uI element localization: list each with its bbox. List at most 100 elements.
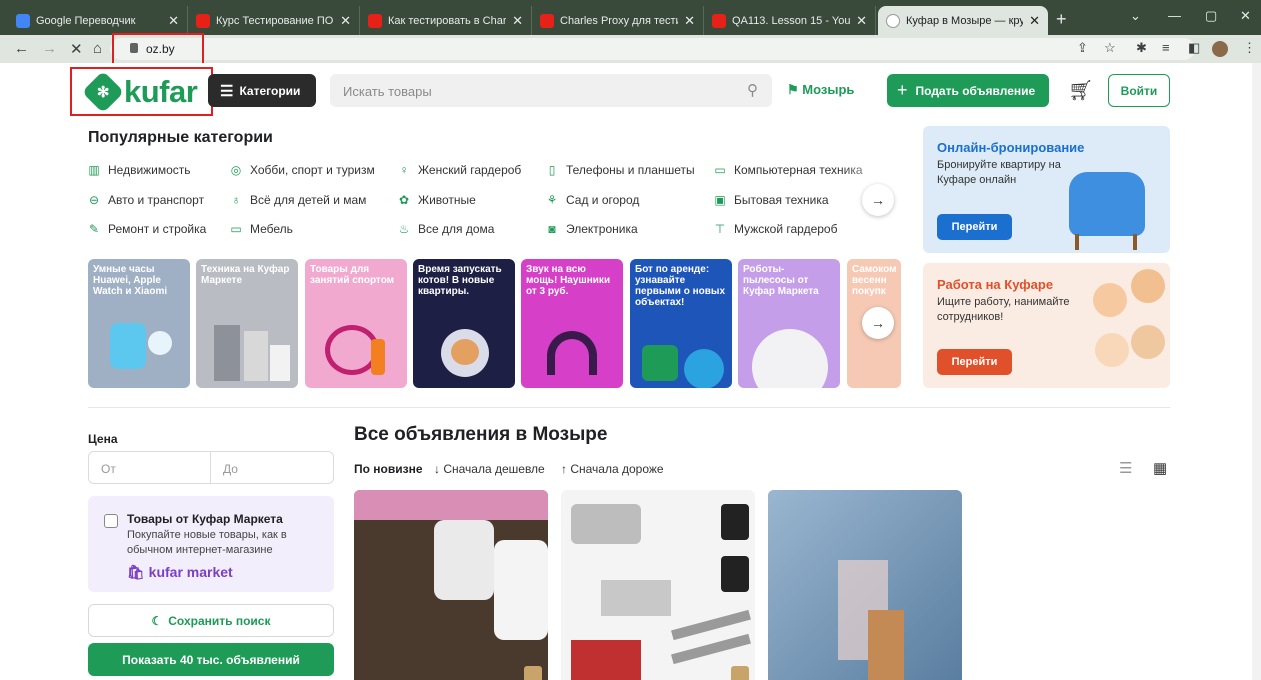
market-checkbox[interactable] — [104, 514, 118, 528]
category-link[interactable]: ♀ Женский гардероб — [398, 163, 522, 177]
listing-card[interactable] — [561, 490, 755, 680]
category-link[interactable]: ⊖ Авто и транспорт — [88, 193, 204, 207]
extensions-icon[interactable]: ✱ — [1136, 40, 1147, 56]
close-tab-icon[interactable]: ✕ — [684, 13, 695, 29]
plus-icon: + — [897, 80, 908, 100]
category-link[interactable]: ⊤ Мужской гардероб — [714, 222, 838, 236]
promo-card-market-tech[interactable]: Техника на Куфар Маркете — [196, 259, 298, 388]
tab-youtube-1[interactable]: Курс Тестирование ПО. За ✕ — [188, 6, 360, 35]
cart-icon[interactable]: 🛒︎ — [1068, 78, 1093, 103]
close-tab-icon[interactable]: ✕ — [512, 13, 523, 29]
listings-title: Все объявления в Мозыре — [354, 424, 608, 445]
popular-categories-title: Популярные категории — [88, 129, 273, 146]
category-link[interactable]: ♁ Всё для детей и мам — [230, 193, 367, 207]
close-tab-icon[interactable]: ✕ — [168, 13, 179, 29]
login-button[interactable]: Войти — [1108, 74, 1170, 107]
profile-avatar[interactable] — [1212, 41, 1228, 57]
tab-youtube-2[interactable]: Как тестировать в Charles ✕ — [360, 6, 532, 35]
home-goods-icon: ♨ — [398, 222, 410, 236]
reading-list-icon[interactable]: ≡ — [1162, 40, 1170, 55]
price-label: Цена — [88, 432, 118, 446]
price-from-input[interactable]: От — [88, 451, 211, 484]
stroller-icon: ♁ — [231, 193, 241, 207]
category-link[interactable]: ▥ Недвижимость — [88, 163, 190, 177]
ball-icon: ◎ — [230, 163, 242, 177]
dress-icon: ♀ — [399, 163, 409, 177]
garden-icon: ⚘ — [546, 193, 558, 207]
sort-expensive[interactable]: ↑ Сначала дороже — [561, 462, 664, 476]
city-selector[interactable]: ⚑ Мозырь — [787, 82, 854, 98]
car-icon: ⊖ — [88, 193, 100, 207]
category-link[interactable]: ✿ Животные — [398, 193, 476, 207]
save-search-button[interactable]: ☾ Сохранить поиск — [88, 604, 334, 637]
category-link[interactable]: ◎ Хобби, спорт и туризм — [230, 163, 375, 177]
side-panel-icon[interactable]: ◧ — [1188, 40, 1200, 56]
category-link[interactable]: ◙ Электроника — [546, 222, 637, 236]
category-link[interactable]: ♨ Все для дома — [398, 222, 495, 236]
grid-view-icon[interactable]: ▦ — [1153, 459, 1167, 477]
booking-go-button[interactable]: Перейти — [937, 214, 1012, 240]
jobs-go-button[interactable]: Перейти — [937, 349, 1012, 375]
listing-card[interactable] — [768, 490, 962, 680]
crown-icon — [731, 666, 749, 680]
tab-google-translate[interactable]: Google Переводчик ✕ — [8, 6, 188, 35]
promos-next-arrow-icon[interactable]: → — [862, 307, 894, 339]
close-tab-icon[interactable]: ✕ — [856, 13, 867, 29]
search-input[interactable]: Искать товары ⚲ — [330, 74, 772, 107]
show-results-button[interactable]: Показать 40 тыс. объявлений — [88, 643, 334, 676]
promo-card-sport[interactable]: Товары для занятий спортом — [305, 259, 407, 388]
paw-icon: ✿ — [398, 193, 410, 207]
new-tab-button[interactable]: + — [1056, 9, 1067, 30]
promo-card-watches[interactable]: Умные часы Huawei, Apple Watch и Xiaomi — [88, 259, 190, 388]
bookmark-star-icon[interactable]: ☆ — [1104, 40, 1116, 56]
tab-youtube-4[interactable]: QA113. Lesson 15 - YouTub ✕ — [704, 6, 876, 35]
jobs-banner[interactable]: Работа на Куфаре Ищите работу, нанимайте… — [923, 263, 1170, 388]
close-tab-icon[interactable]: ✕ — [340, 13, 351, 29]
search-icon[interactable]: ⚲ — [747, 81, 758, 99]
tab-search-icon[interactable]: ⌄ — [1130, 8, 1141, 24]
tab-youtube-3[interactable]: Charles Proxy для тестиров ✕ — [532, 6, 704, 35]
bag-icon: 🛍︎ — [127, 564, 145, 580]
stop-icon[interactable]: ✕ — [70, 40, 83, 58]
browser-tab-bar: Google Переводчик ✕ Курс Тестирование ПО… — [0, 0, 1261, 35]
promo-card-cats[interactable]: Время запускать котов! В новые квартиры. — [413, 259, 515, 388]
categories-button[interactable]: ☰ Категории — [208, 74, 316, 107]
post-ad-button[interactable]: + Подать объявление — [887, 74, 1049, 107]
annotation-box-url — [112, 33, 204, 66]
back-icon[interactable]: ← — [14, 40, 29, 57]
promo-card-rent-bot[interactable]: Бот по аренде: узнавайте первыми о новых… — [630, 259, 732, 388]
save-search-icon: ☾ — [151, 613, 163, 628]
close-window-icon[interactable]: ✕ — [1240, 8, 1251, 24]
listing-photo — [571, 504, 641, 544]
category-link[interactable]: ⚘ Сад и огород — [546, 193, 640, 207]
tab-kufar-active[interactable]: Куфар в Мозыре — крупн ✕ — [878, 6, 1048, 35]
close-tab-icon[interactable]: ✕ — [1029, 13, 1040, 29]
hamburger-icon: ☰ — [220, 82, 234, 100]
share-icon[interactable]: ⇪ — [1077, 40, 1088, 56]
forward-icon[interactable]: → — [42, 40, 57, 57]
youtube-icon — [540, 13, 554, 28]
categories-next-arrow-icon[interactable]: → — [862, 184, 894, 216]
address-bar[interactable]: oz.by — [110, 38, 1195, 60]
sort-cheapest[interactable]: ↓ Сначала дешевле — [434, 462, 545, 476]
promo-card-headphones[interactable]: Звук на всю мощь! Наушники от 3 руб. — [521, 259, 623, 388]
price-to-input[interactable]: До — [211, 451, 334, 484]
restore-icon[interactable]: ▢ — [1205, 8, 1217, 24]
category-link[interactable]: ✎ Ремонт и стройка — [88, 222, 206, 236]
listing-card[interactable] — [354, 490, 548, 680]
category-link[interactable]: ▯ Телефоны и планшеты — [546, 163, 695, 177]
promo-card-robot-vacuum[interactable]: Роботы-пылесосы от Куфар Маркета — [738, 259, 840, 388]
menu-icon[interactable]: ⋮ — [1243, 40, 1256, 56]
minimize-icon[interactable]: — — [1168, 8, 1181, 23]
category-link[interactable]: ▣ Бытовая техника — [714, 193, 828, 207]
list-view-icon[interactable]: ☰ — [1119, 459, 1132, 477]
home-icon[interactable]: ⌂ — [93, 40, 102, 57]
page-scrollbar[interactable] — [1252, 63, 1261, 680]
headphones-image — [547, 331, 597, 375]
kufar-market-filter: Товары от Куфар Маркета Покупайте новые … — [88, 496, 334, 592]
fridge-image — [214, 325, 240, 381]
sofa-icon: ▭ — [230, 222, 242, 236]
booking-banner[interactable]: Онлайн-бронирование Бронируйте квартиру … — [923, 126, 1170, 253]
sort-newest[interactable]: По новизне — [354, 462, 423, 476]
category-link[interactable]: ▭ Мебель — [230, 222, 293, 236]
